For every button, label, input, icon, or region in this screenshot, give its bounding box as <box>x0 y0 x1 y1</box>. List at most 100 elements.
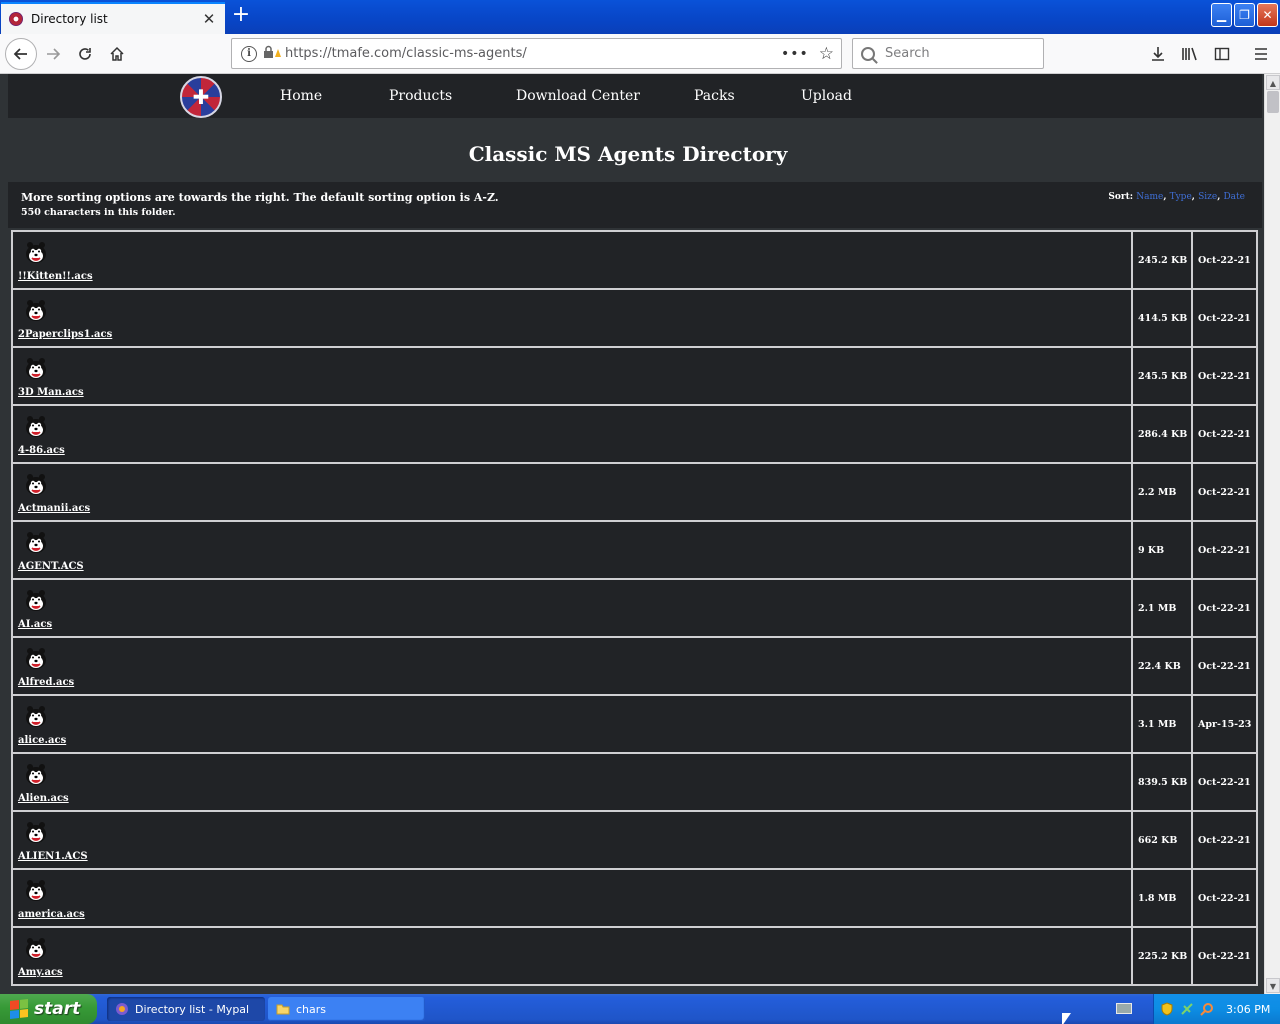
taskbar-item-browser[interactable]: Directory list - Mypal <box>107 997 265 1021</box>
sort-type-link[interactable]: Type <box>1170 192 1192 202</box>
sidebar-button[interactable] <box>1210 42 1234 66</box>
file-link[interactable]: !!Kitten!!.acs <box>18 271 93 282</box>
file-link[interactable]: Alien.acs <box>18 793 69 804</box>
file-size: 225.2 KB <box>1133 928 1193 984</box>
file-link[interactable]: AI.acs <box>18 619 52 630</box>
taskbar-item-label: Directory list - Mypal <box>135 1002 250 1016</box>
file-link[interactable]: america.acs <box>18 909 85 920</box>
minimize-button[interactable]: ▁ <box>1211 3 1232 27</box>
close-tab-icon[interactable]: ✕ <box>201 10 217 28</box>
close-window-button[interactable]: ✕ <box>1257 3 1278 27</box>
file-date: Oct-22-21 <box>1198 428 1251 440</box>
taskbar: start Directory list - Mypal chars 3:06 … <box>0 994 1280 1024</box>
back-button[interactable] <box>5 38 37 70</box>
nav-upload[interactable]: Upload <box>801 88 852 104</box>
site-nav: ✚ Home Products Download Center Packs Up… <box>8 74 1262 118</box>
system-tray: 3:06 PM <box>1153 994 1280 1024</box>
file-link[interactable]: Actmanii.acs <box>18 503 90 514</box>
file-link[interactable]: AGENT.ACS <box>18 561 84 572</box>
file-name-cell: Amy.acs <box>13 928 1133 984</box>
url-bar[interactable]: i https://tmafe.com/classic-ms-agents/ •… <box>231 38 842 69</box>
file-row: ALIEN1.ACS 662 KB Oct-22-21 <box>13 812 1256 870</box>
file-row: 3D Man.acs 245.5 KB Oct-22-21 <box>13 348 1256 406</box>
file-link[interactable]: Amy.acs <box>18 967 63 978</box>
cartoon-face-icon[interactable] <box>25 762 47 786</box>
file-date: Oct-22-21 <box>1198 254 1251 266</box>
network-icon[interactable] <box>1180 1002 1194 1016</box>
sort-name-link[interactable]: Name <box>1136 192 1163 202</box>
magnifier-icon[interactable] <box>1200 1002 1214 1016</box>
cross-emblem-icon: ✚ <box>192 85 210 109</box>
file-name-cell: AI.acs <box>13 580 1133 636</box>
library-button[interactable] <box>1178 42 1202 66</box>
file-row: Amy.acs 225.2 KB Oct-22-21 <box>13 928 1256 986</box>
file-link[interactable]: 3D Man.acs <box>18 387 84 398</box>
cartoon-face-icon[interactable] <box>25 588 47 612</box>
browser-app-icon <box>116 1003 128 1015</box>
cartoon-face-icon[interactable] <box>25 530 47 554</box>
forward-arrow-icon <box>47 48 61 60</box>
nav-home[interactable]: Home <box>280 88 322 104</box>
file-size: 22.4 KB <box>1133 638 1193 694</box>
sort-date-link[interactable]: Date <box>1223 192 1245 202</box>
cartoon-face-icon[interactable] <box>25 356 47 380</box>
file-row: Actmanii.acs 2.2 MB Oct-22-21 <box>13 464 1256 522</box>
file-size: 2.1 MB <box>1133 580 1193 636</box>
search-input[interactable] <box>885 46 1035 61</box>
cartoon-face-icon[interactable] <box>25 820 47 844</box>
security-shield-icon[interactable] <box>1160 1002 1174 1016</box>
cartoon-face-icon[interactable] <box>25 646 47 670</box>
forward-button[interactable] <box>38 39 68 69</box>
scroll-up-arrow-icon[interactable]: ▲ <box>1266 75 1280 90</box>
file-size: 414.5 KB <box>1133 290 1193 346</box>
site-logo[interactable]: ✚ <box>180 76 222 118</box>
start-button[interactable]: start <box>0 994 97 1024</box>
cartoon-face-icon[interactable] <box>25 472 47 496</box>
sort-size-link[interactable]: Size <box>1198 192 1217 202</box>
cartoon-face-icon[interactable] <box>25 298 47 322</box>
search-bar[interactable] <box>852 38 1044 69</box>
taskbar-item-folder[interactable]: chars <box>268 997 425 1021</box>
cartoon-face-icon[interactable] <box>25 240 47 264</box>
restore-button[interactable]: ❐ <box>1234 3 1255 27</box>
library-icon <box>1182 47 1197 61</box>
tab-directory-list[interactable]: Directory list ✕ <box>1 2 225 34</box>
cartoon-face-icon[interactable] <box>25 414 47 438</box>
nav-packs[interactable]: Packs <box>694 88 735 104</box>
new-tab-button[interactable]: + <box>230 4 252 28</box>
file-link[interactable]: alice.acs <box>18 735 66 746</box>
cartoon-face-icon[interactable] <box>25 878 47 902</box>
file-size: 286.4 KB <box>1133 406 1193 462</box>
nav-download-center[interactable]: Download Center <box>516 88 640 104</box>
site-info-icon[interactable]: i <box>241 45 257 62</box>
file-date: Oct-22-21 <box>1198 660 1251 672</box>
home-button[interactable] <box>102 39 132 69</box>
file-link[interactable]: ALIEN1.ACS <box>18 851 88 862</box>
file-name-cell: alice.acs <box>13 696 1133 752</box>
home-icon <box>110 46 124 61</box>
cartoon-face-icon[interactable] <box>25 936 47 960</box>
scroll-thumb[interactable] <box>1267 91 1279 113</box>
file-date: Oct-22-21 <box>1198 602 1251 614</box>
file-name-cell: america.acs <box>13 870 1133 926</box>
file-link[interactable]: 4-86.acs <box>18 445 65 456</box>
downloads-button[interactable] <box>1146 42 1170 66</box>
url-text[interactable]: https://tmafe.com/classic-ms-agents/ <box>285 46 781 61</box>
nav-products[interactable]: Products <box>389 88 452 104</box>
taskbar-item-label: chars <box>296 1002 327 1016</box>
reload-button[interactable] <box>70 39 100 69</box>
file-row: 4-86.acs 286.4 KB Oct-22-21 <box>13 406 1256 464</box>
cartoon-face-icon[interactable] <box>25 704 47 728</box>
page-actions-icon[interactable]: ••• <box>781 46 809 62</box>
insecure-lock-icon[interactable] <box>263 45 281 63</box>
browser-navbar: i https://tmafe.com/classic-ms-agents/ •… <box>0 34 1280 74</box>
menu-button[interactable] <box>1249 42 1273 66</box>
file-row: AGENT.ACS 9 KB Oct-22-21 <box>13 522 1256 580</box>
bookmark-star-icon[interactable]: ☆ <box>819 44 834 64</box>
keyboard-icon[interactable] <box>1116 1003 1132 1014</box>
vertical-scrollbar[interactable]: ▲ ▼ <box>1264 74 1280 994</box>
file-name-cell: Alien.acs <box>13 754 1133 810</box>
file-link[interactable]: 2Paperclips1.acs <box>18 329 112 340</box>
file-link[interactable]: Alfred.acs <box>18 677 74 688</box>
scroll-down-arrow-icon[interactable]: ▼ <box>1266 978 1280 993</box>
